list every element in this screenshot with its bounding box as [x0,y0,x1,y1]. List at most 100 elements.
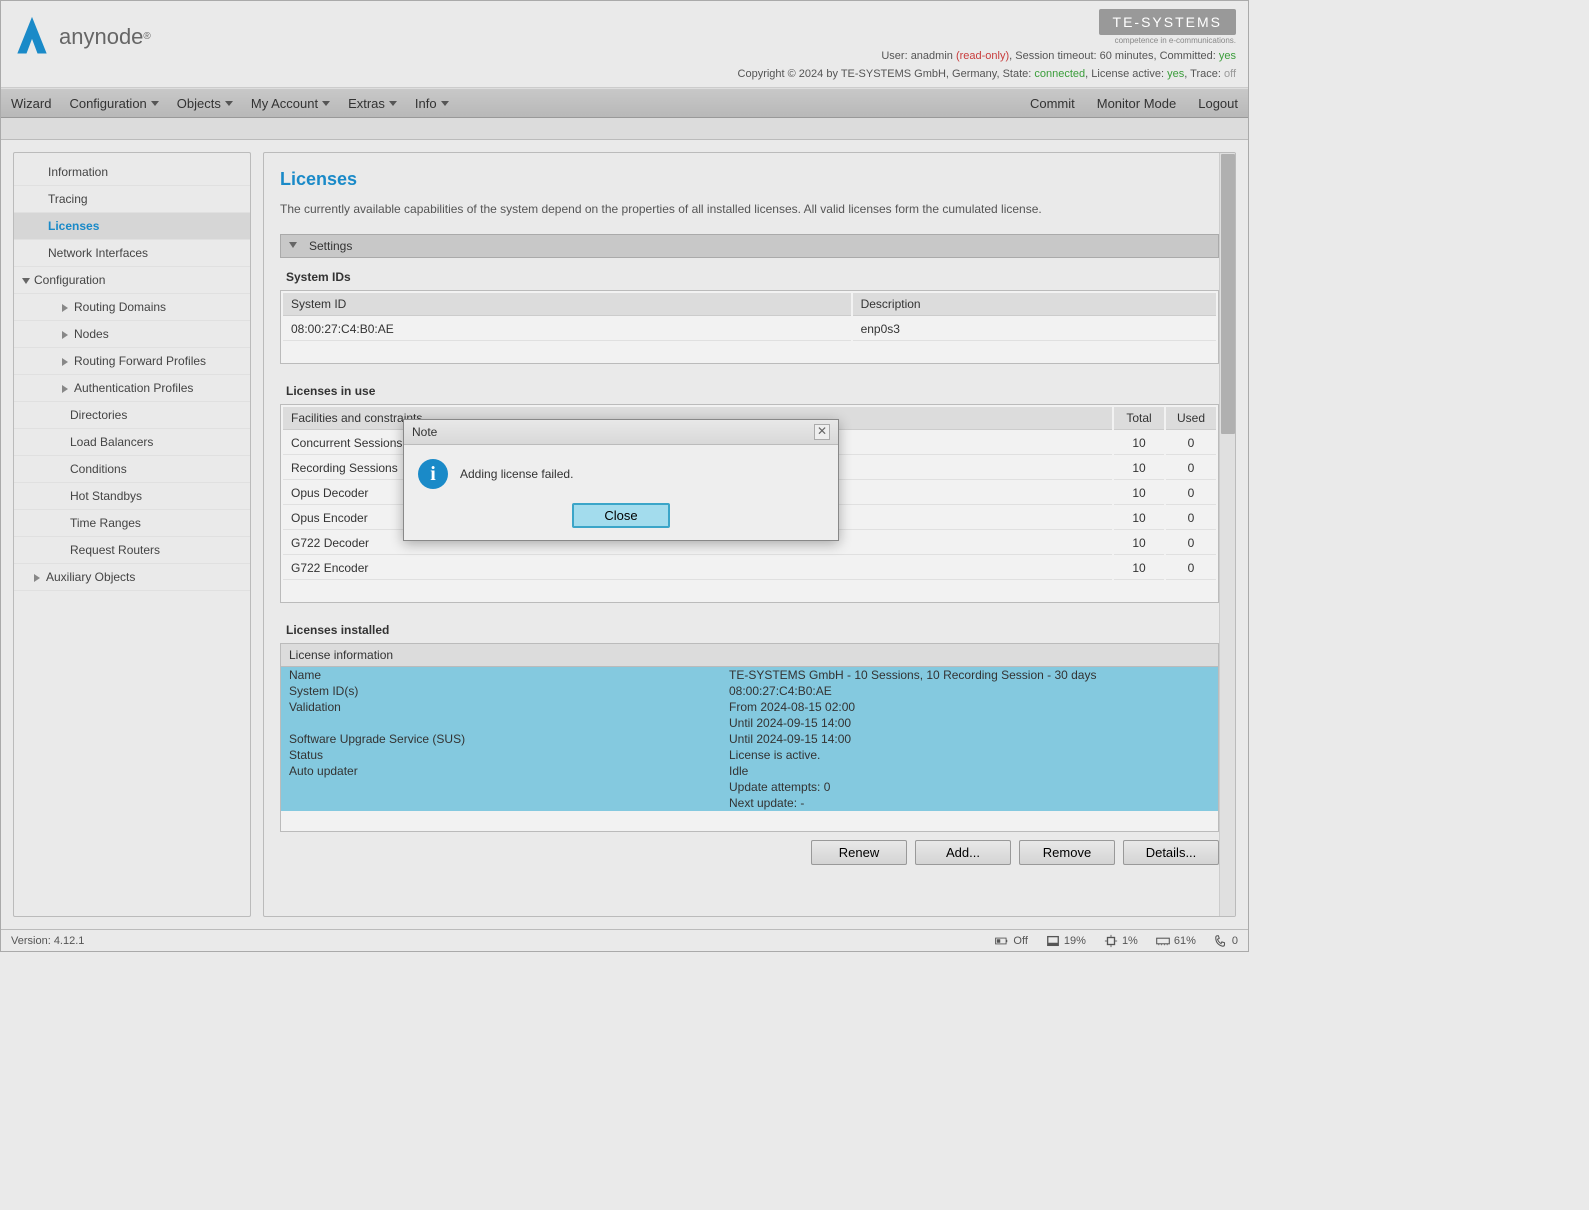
menu-info[interactable]: Info [415,96,449,111]
menu-wizard[interactable]: Wizard [11,96,51,111]
license-buttons-row: Renew Add... Remove Details... [280,832,1219,865]
details-button[interactable]: Details... [1123,840,1219,865]
footer: Version: 4.12.1 Off19%1%61%0 [1,929,1248,951]
chevron-down-icon [289,242,297,248]
sidebar-item-label: Authentication Profiles [74,381,193,395]
sidebar-item-label: Nodes [74,327,109,341]
sidebar-item-request-routers[interactable]: Request Routers [14,537,250,564]
table-row[interactable]: G722 Encoder100 [283,557,1216,580]
menu-extras[interactable]: Extras [348,96,397,111]
license-info-row[interactable]: Auto updaterIdle [281,763,1218,779]
sidebar-item-label: Load Balancers [70,435,153,449]
info-icon: i [418,459,448,489]
close-icon[interactable]: ✕ [814,424,830,440]
license-info-row[interactable]: Update attempts: 0 [281,779,1218,795]
dialog-message: Adding license failed. [460,467,573,481]
dialog-titlebar[interactable]: Note ✕ [404,420,838,445]
footer-stat-battery: Off [995,934,1027,948]
user-status-line: User: anadmin (read-only), Session timeo… [738,48,1236,66]
sidebar-item-routing-forward-profiles[interactable]: Routing Forward Profiles [14,348,250,375]
content-scrollbar[interactable] [1219,153,1235,916]
sidebar-item-hot-standbys[interactable]: Hot Standbys [14,483,250,510]
system-ids-title: System IDs [286,270,1213,284]
sidebar-item-nodes[interactable]: Nodes [14,321,250,348]
sidebar-item-load-balancers[interactable]: Load Balancers [14,429,250,456]
license-info-panel: License information NameTE-SYSTEMS GmbH … [280,643,1219,832]
remove-button[interactable]: Remove [1019,840,1115,865]
sidebar-item-auxiliary-objects[interactable]: Auxiliary Objects [14,564,250,591]
sidebar-item-licenses[interactable]: Licenses [14,213,250,240]
sidebar-item-configuration[interactable]: Configuration [14,267,250,294]
version-value: 4.12.1 [54,935,85,947]
menu-commit[interactable]: Commit [1030,96,1075,111]
page-description: The currently available capabilities of … [280,202,1219,216]
chevron-right-icon [62,385,68,393]
phone-icon [1214,934,1228,948]
licenses-installed-title: Licenses installed [286,623,1213,637]
sub-menubar [1,118,1248,140]
license-info-row[interactable]: System ID(s)08:00:27:C4:B0:AE [281,683,1218,699]
chevron-down-icon [22,278,30,284]
license-info-header: License information [281,644,1218,667]
sidebar-item-time-ranges[interactable]: Time Ranges [14,510,250,537]
sidebar-item-authentication-profiles[interactable]: Authentication Profiles [14,375,250,402]
dialog-title: Note [412,425,437,439]
menu-objects[interactable]: Objects [177,96,233,111]
footer-stat-cpu: 1% [1104,934,1138,948]
mem-icon [1156,934,1170,948]
add-button[interactable]: Add... [915,840,1011,865]
caret-down-icon [151,101,159,106]
header-right: TE-SYSTEMScompetence in e-communications… [738,9,1236,83]
sidebar-item-label: Request Routers [70,543,160,557]
sidebar-item-label: Configuration [34,273,105,287]
chevron-right-icon [62,331,68,339]
sidebar-item-label: Conditions [70,462,127,476]
chevron-right-icon [62,304,68,312]
caret-down-icon [389,101,397,106]
license-info-row[interactable]: Software Upgrade Service (SUS)Until 2024… [281,731,1218,747]
table-header: Total [1114,407,1164,430]
table-header: Used [1166,407,1216,430]
disk-icon [1046,934,1060,948]
sidebar-item-information[interactable]: Information [14,159,250,186]
table-row[interactable]: 08:00:27:C4:B0:AEenp0s3 [283,318,1216,341]
scroll-thumb[interactable] [1221,154,1235,434]
sidebar-item-label: Time Ranges [70,516,141,530]
license-info-row[interactable]: Next update: - [281,795,1218,811]
caret-down-icon [225,101,233,106]
license-info-row[interactable]: StatusLicense is active. [281,747,1218,763]
page-title: Licenses [280,169,1219,190]
system-ids-table: System IDDescription08:00:27:C4:B0:AEenp… [281,291,1218,343]
caret-down-icon [441,101,449,106]
menu-my-account[interactable]: My Account [251,96,330,111]
settings-section-header[interactable]: Settings [280,234,1219,258]
logo-area: anynode® [13,9,151,65]
sidebar-item-label: Tracing [48,192,88,206]
chevron-right-icon [62,358,68,366]
sidebar-item-network-interfaces[interactable]: Network Interfaces [14,240,250,267]
sidebar-item-label: Directories [70,408,127,422]
sidebar-item-label: Routing Forward Profiles [74,354,206,368]
sidebar-item-conditions[interactable]: Conditions [14,456,250,483]
menu-logout[interactable]: Logout [1198,96,1238,111]
caret-down-icon [322,101,330,106]
sidebar-item-directories[interactable]: Directories [14,402,250,429]
sidebar-item-label: Hot Standbys [70,489,142,503]
table-header: System ID [283,293,851,316]
license-info-row[interactable]: Until 2024-09-15 14:00 [281,715,1218,731]
footer-stat-mem: 61% [1156,934,1196,948]
sidebar-item-label: Information [48,165,108,179]
sidebar-item-tracing[interactable]: Tracing [14,186,250,213]
license-info-row[interactable]: ValidationFrom 2024-08-15 02:00 [281,699,1218,715]
sidebar-item-routing-domains[interactable]: Routing Domains [14,294,250,321]
anynode-logo-icon [13,15,51,59]
renew-button[interactable]: Renew [811,840,907,865]
menu-monitor-mode[interactable]: Monitor Mode [1097,96,1176,111]
footer-stat-disk: 19% [1046,934,1086,948]
close-button[interactable]: Close [572,503,669,528]
version-label: Version: [11,935,51,947]
sidebar-item-label: Licenses [48,219,99,233]
menu-configuration[interactable]: Configuration [69,96,158,111]
system-ids-table-wrap: System IDDescription08:00:27:C4:B0:AEenp… [280,290,1219,364]
license-info-row[interactable]: NameTE-SYSTEMS GmbH - 10 Sessions, 10 Re… [281,667,1218,683]
